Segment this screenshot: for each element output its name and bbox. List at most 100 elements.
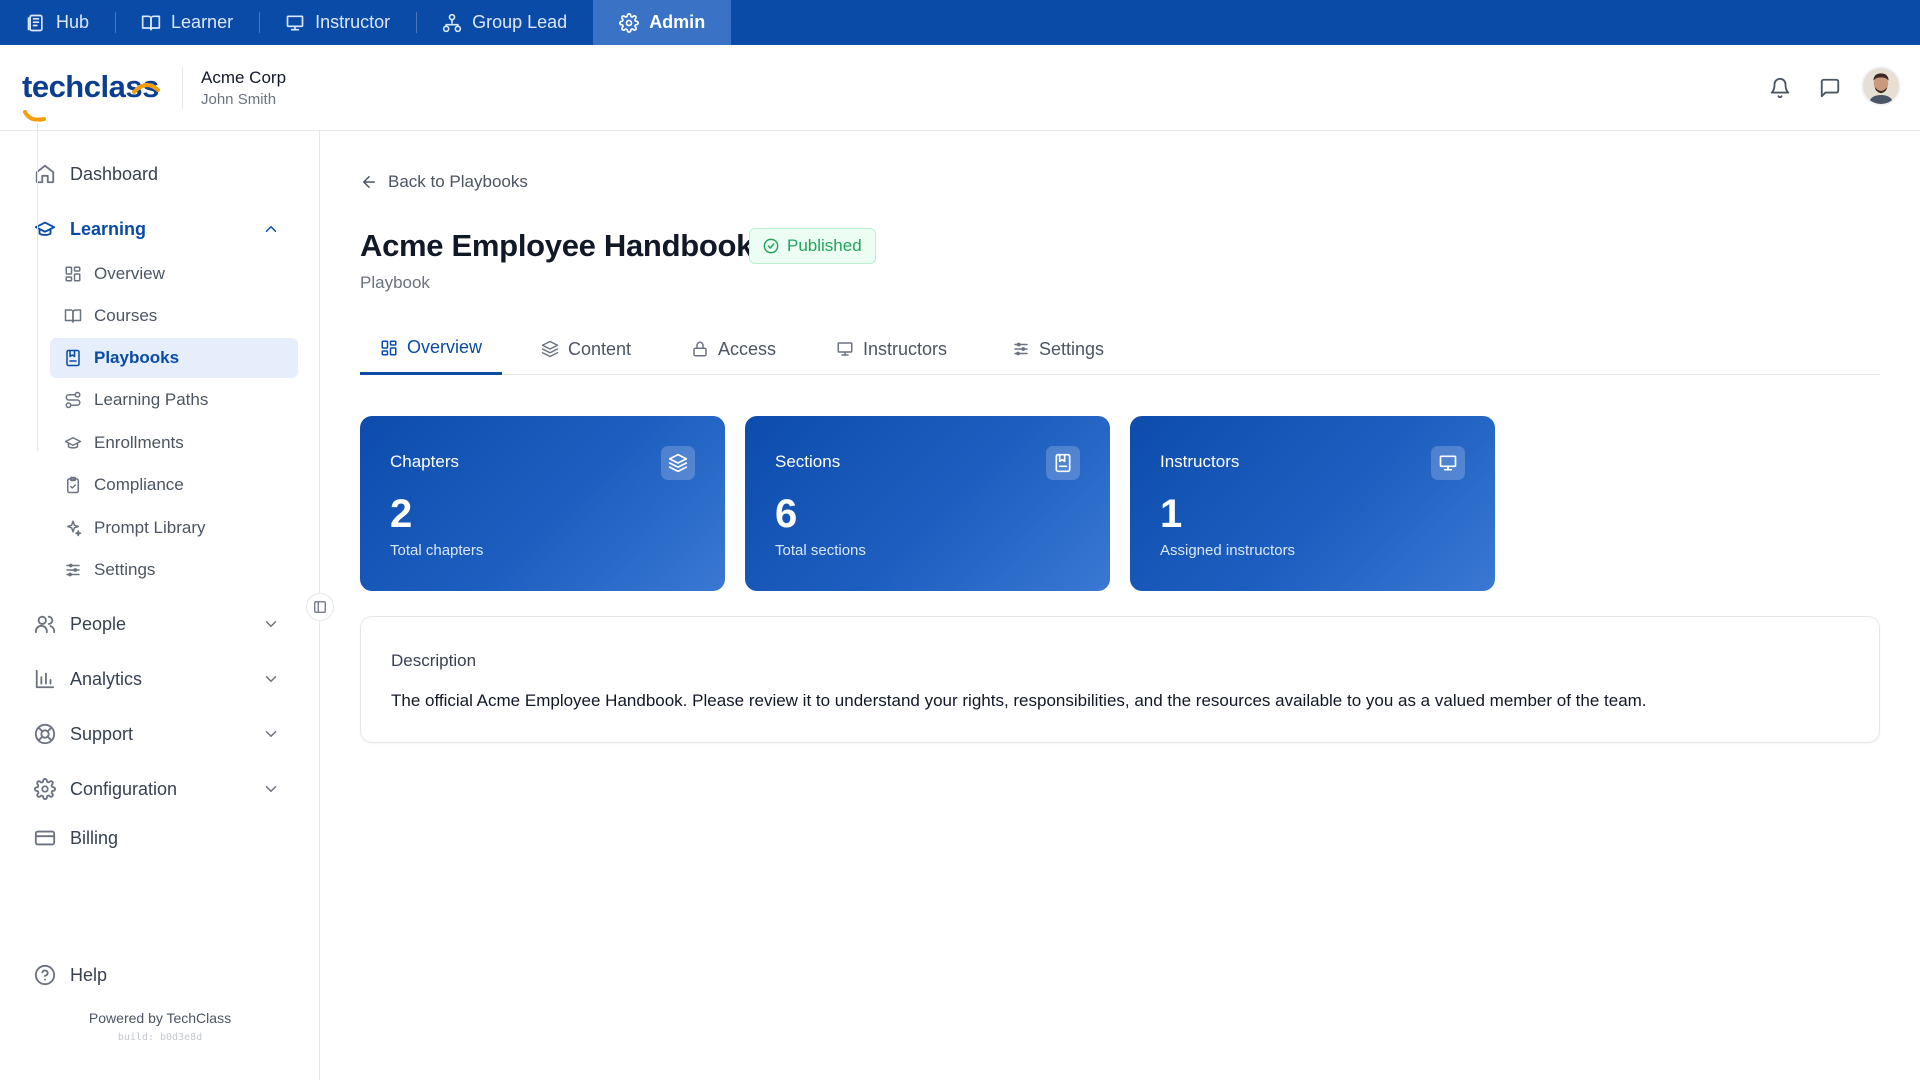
header-divider [182, 67, 183, 109]
role-tab-hub[interactable]: Hub [0, 0, 115, 45]
sidebar-item-label: People [70, 613, 127, 634]
sparkles-icon [64, 519, 82, 537]
stat-value: 6 [775, 492, 798, 536]
messages-button[interactable] [1817, 75, 1843, 101]
stat-label: Sections [775, 452, 841, 471]
sidebar-item-label: Analytics [70, 668, 143, 689]
chevron-down-icon [262, 725, 280, 743]
graduation-cap-icon [64, 434, 82, 452]
back-to-playbooks-link[interactable]: Back to Playbooks [360, 172, 528, 192]
sidebar-item-label: Help [70, 964, 108, 985]
role-tab-label: Admin [649, 12, 706, 32]
stat-value: 2 [390, 492, 413, 536]
logo-arc-icon [23, 83, 160, 122]
sidebar-item-learning[interactable]: Learning [22, 209, 292, 249]
tab-label: Settings [1039, 338, 1105, 359]
role-tab-label: Instructor [315, 12, 391, 32]
sidebar-item-label: Learning [70, 218, 147, 239]
description-heading: Description [391, 651, 477, 670]
sidebar-item-help[interactable]: Help [22, 955, 292, 995]
hub-icon [27, 14, 43, 31]
role-tab-learner[interactable]: Learner [115, 0, 259, 45]
sidebar-item-learning-paths[interactable]: Learning Paths [50, 380, 298, 420]
bell-icon [1770, 78, 1790, 99]
sliders-icon [64, 561, 82, 579]
chevron-down-icon [262, 780, 280, 798]
sidebar-item-playbooks[interactable]: Playbooks [50, 338, 298, 378]
chat-icon [1820, 78, 1840, 98]
chevron-up-icon [262, 220, 280, 238]
playbook-icon [1046, 446, 1080, 480]
sidebar-item-configuration[interactable]: Configuration [22, 769, 292, 809]
sidebar-item-dashboard[interactable]: Dashboard [22, 154, 292, 194]
sidebar-item-prompt-library[interactable]: Prompt Library [50, 508, 298, 548]
sidebar-item-label: Compliance [94, 475, 184, 494]
tab-label: Overview [407, 337, 483, 357]
clipboard-check-icon [64, 476, 82, 494]
build-hash: build: b0d3e8d [117, 1032, 203, 1043]
sidebar-item-label: Prompt Library [94, 518, 206, 537]
playbook-icon [64, 349, 82, 367]
sidebar-item-people[interactable]: People [22, 604, 292, 644]
stat-card-sections: Sections 6 Total sections [745, 416, 1110, 591]
help-circle-icon [34, 964, 56, 986]
avatar[interactable] [1861, 66, 1901, 106]
tab-content[interactable]: Content [521, 323, 651, 375]
gear-icon [619, 12, 640, 33]
sidebar-item-settings[interactable]: Settings [50, 550, 298, 590]
app-header: techclass Acme Corp John Smith [0, 45, 1920, 131]
credit-card-icon [34, 827, 56, 849]
stat-description: Total chapters [390, 542, 484, 559]
tab-settings[interactable]: Settings [992, 323, 1124, 375]
org-chart-icon [442, 13, 462, 32]
role-tab-group-lead[interactable]: Group Lead [416, 0, 593, 45]
sidebar-item-label: Playbooks [94, 348, 180, 367]
sidebar-item-label: Learning Paths [94, 390, 209, 409]
panel-left-icon [314, 601, 326, 613]
sidebar-item-analytics[interactable]: Analytics [22, 659, 292, 699]
sidebar-item-courses[interactable]: Courses [50, 296, 298, 336]
user-name: John Smith [201, 91, 277, 108]
role-tab-label: Group Lead [472, 12, 568, 32]
notifications-button[interactable] [1767, 75, 1793, 101]
tab-bar: Overview Content Access Instructors Sett… [360, 323, 1880, 375]
role-tab-label: Learner [171, 12, 234, 32]
sidebar-item-label: Dashboard [70, 163, 159, 184]
gear-icon [34, 778, 56, 800]
sliders-icon [1014, 342, 1028, 356]
presentation-icon [286, 15, 304, 30]
presentation-icon [1431, 446, 1465, 480]
tab-label: Content [568, 338, 632, 359]
techclass-logo[interactable]: techclass [22, 65, 162, 122]
layers-icon [661, 446, 695, 480]
grid-icon [381, 340, 397, 355]
sidebar-item-billing[interactable]: Billing [22, 818, 292, 858]
org-name: Acme Corp [201, 68, 287, 87]
sidebar-item-enrollments[interactable]: Enrollments [50, 423, 298, 463]
sidebar-item-label: Support [70, 723, 134, 744]
user-avatar-icon [1863, 68, 1899, 104]
route-icon [64, 391, 82, 409]
sidebar-item-label: Settings [94, 560, 156, 579]
check-circle-icon [763, 238, 779, 254]
sidebar-collapse-button[interactable] [306, 593, 334, 621]
tab-access[interactable]: Access [671, 323, 796, 375]
arrow-left-icon [363, 176, 375, 188]
sidebar-item-label: Enrollments [94, 433, 184, 452]
sidebar-item-label: Overview [94, 264, 165, 283]
role-tab-instructor[interactable]: Instructor [259, 0, 416, 45]
sidebar-item-support[interactable]: Support [22, 714, 292, 754]
sidebar-item-overview[interactable]: Overview [50, 254, 298, 294]
back-link-label: Back to Playbooks [388, 172, 528, 191]
tab-label: Access [718, 338, 777, 359]
chevron-down-icon [262, 670, 280, 688]
status-badge: Published [749, 228, 876, 264]
sidebar-item-compliance[interactable]: Compliance [50, 465, 298, 505]
role-tab-label: Hub [56, 12, 90, 32]
role-tab-admin[interactable]: Admin [593, 0, 732, 45]
org-switcher[interactable]: Acme Corp John Smith [201, 67, 286, 111]
tab-instructors[interactable]: Instructors [816, 323, 967, 375]
description-text: The official Acme Employee Handbook. Ple… [391, 691, 1647, 710]
book-open-icon [64, 307, 82, 325]
tab-overview[interactable]: Overview [360, 323, 503, 375]
